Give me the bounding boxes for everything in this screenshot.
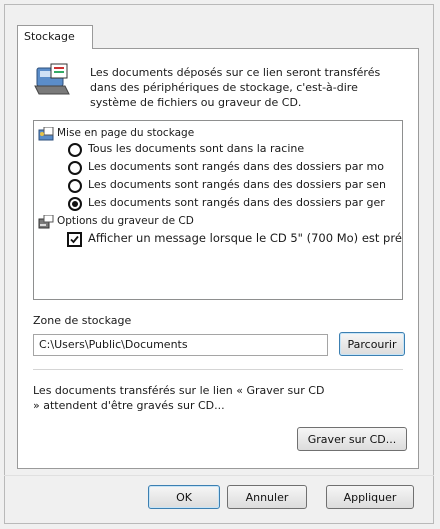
option-label-month: Les documents sont rangés dans des dossi… <box>88 160 384 173</box>
description-text: Les documents déposés sur ce lien seront… <box>90 66 381 109</box>
option-label-root: Tous les documents sont dans la racine <box>88 142 305 155</box>
option-label-week: Les documents sont rangés dans des dossi… <box>88 178 386 191</box>
ok-button[interactable]: OK <box>148 485 220 509</box>
storage-device-icon <box>33 62 73 98</box>
cd-message-label: Afficher un message lorsque le CD 5" (70… <box>88 231 402 245</box>
layout-header: Mise en page du stockage <box>57 127 195 139</box>
radio-option-week[interactable] <box>68 179 82 193</box>
burn-info-text: Les documents transférés sur le lien « G… <box>33 384 325 412</box>
storage-path-field[interactable]: C:\Users\Public\Documents <box>33 334 328 356</box>
separator <box>33 369 403 370</box>
cd-burner-icon <box>38 214 54 229</box>
tab-label: Stockage <box>24 30 75 43</box>
footer-divider <box>4 475 434 476</box>
cd-message-checkbox[interactable] <box>67 232 82 247</box>
checkmark-icon <box>70 235 79 244</box>
radio-option-root[interactable] <box>68 143 82 157</box>
option-label-type: Les documents sont rangés dans des dossi… <box>88 196 385 209</box>
storage-options-list[interactable]: Mise en page du stockage Tous les docume… <box>33 120 403 300</box>
storage-zone-label: Zone de stockage <box>33 314 132 327</box>
tab-stockage[interactable]: Stockage <box>17 25 93 49</box>
radio-option-type[interactable] <box>68 197 82 211</box>
radio-option-month[interactable] <box>68 161 82 175</box>
cancel-button[interactable]: Annuler <box>227 485 307 509</box>
apply-button[interactable]: Appliquer <box>326 485 414 509</box>
layout-folder-icon <box>38 126 54 141</box>
browse-button[interactable]: Parcourir <box>339 332 405 356</box>
cd-options-header: Options du graveur de CD <box>57 215 194 227</box>
burn-cd-button[interactable]: Graver sur CD... <box>297 427 407 451</box>
